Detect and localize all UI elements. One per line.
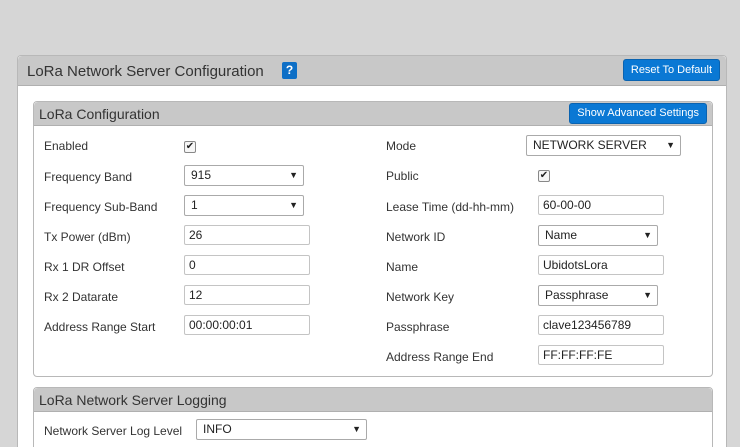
rx1-dr-offset-input[interactable] xyxy=(184,255,310,275)
frequency-subband-select[interactable]: 1 ▼ xyxy=(184,195,304,216)
name-label: Name xyxy=(386,260,419,274)
help-icon[interactable]: ? xyxy=(282,62,297,79)
section-header: LoRa Configuration Show Advanced Setting… xyxy=(34,102,712,126)
network-id-label: Network ID xyxy=(386,230,446,244)
mode-value: NETWORK SERVER xyxy=(533,138,647,152)
network-id-value: Name xyxy=(545,228,578,242)
network-id-select[interactable]: Name ▼ xyxy=(538,225,658,246)
triangle-down-icon: ▼ xyxy=(352,424,361,434)
reset-default-button[interactable]: Reset To Default xyxy=(622,59,720,81)
mode-select[interactable]: NETWORK SERVER ▼ xyxy=(526,135,681,156)
panel-header: LoRa Network Server Configuration ? Rese… xyxy=(18,56,726,86)
checkmark-icon: ✔ xyxy=(539,170,549,181)
section-title: LoRa Network Server Logging xyxy=(39,392,227,408)
network-key-select[interactable]: Passphrase ▼ xyxy=(538,285,658,306)
rx2-datarate-input[interactable] xyxy=(184,285,310,305)
frequency-subband-label: Frequency Sub-Band xyxy=(44,200,158,214)
log-level-value: INFO xyxy=(203,422,232,436)
log-level-label: Network Server Log Level xyxy=(44,424,183,438)
triangle-down-icon: ▼ xyxy=(643,230,652,240)
log-level-select[interactable]: INFO ▼ xyxy=(196,419,367,440)
checkmark-icon: ✔ xyxy=(185,141,195,152)
enabled-label: Enabled xyxy=(44,139,89,153)
triangle-down-icon: ▼ xyxy=(289,200,298,210)
lora-configuration-section: LoRa Configuration Show Advanced Setting… xyxy=(33,101,713,377)
section-title: LoRa Configuration xyxy=(39,106,160,122)
passphrase-input[interactable] xyxy=(538,315,664,335)
name-input[interactable] xyxy=(538,255,664,275)
enabled-checkbox[interactable]: ✔ xyxy=(184,141,196,153)
triangle-down-icon: ▼ xyxy=(666,140,675,150)
address-range-end-label: Address Range End xyxy=(386,350,494,364)
passphrase-label: Passphrase xyxy=(386,320,450,334)
frequency-subband-value: 1 xyxy=(191,198,198,212)
lease-time-label: Lease Time (dd-hh-mm) xyxy=(386,200,515,214)
lora-config-panel: LoRa Network Server Configuration ? Rese… xyxy=(17,55,727,447)
tx-power-label: Tx Power (dBm) xyxy=(44,230,131,244)
address-range-start-input[interactable] xyxy=(184,315,310,335)
show-advanced-button[interactable]: Show Advanced Settings xyxy=(569,103,707,124)
triangle-down-icon: ▼ xyxy=(643,290,652,300)
public-label: Public xyxy=(386,169,419,183)
address-range-start-label: Address Range Start xyxy=(44,320,156,334)
lease-time-input[interactable] xyxy=(538,195,664,215)
section-header: LoRa Network Server Logging xyxy=(34,388,712,412)
network-key-value: Passphrase xyxy=(545,288,609,302)
mode-label: Mode xyxy=(386,139,417,153)
public-checkbox[interactable]: ✔ xyxy=(538,170,550,182)
frequency-band-value: 915 xyxy=(191,168,212,182)
rx2-datarate-label: Rx 2 Datarate xyxy=(44,290,119,304)
frequency-band-label: Frequency Band xyxy=(44,170,133,184)
network-key-label: Network Key xyxy=(386,290,455,304)
page-title: LoRa Network Server Configuration xyxy=(27,63,264,80)
address-range-end-input[interactable] xyxy=(538,345,664,365)
triangle-down-icon: ▼ xyxy=(289,170,298,180)
rx1-dr-offset-label: Rx 1 DR Offset xyxy=(44,260,125,274)
frequency-band-select[interactable]: 915 ▼ xyxy=(184,165,304,186)
tx-power-input[interactable] xyxy=(184,225,310,245)
lora-logging-section: LoRa Network Server Logging Network Serv… xyxy=(33,387,713,447)
